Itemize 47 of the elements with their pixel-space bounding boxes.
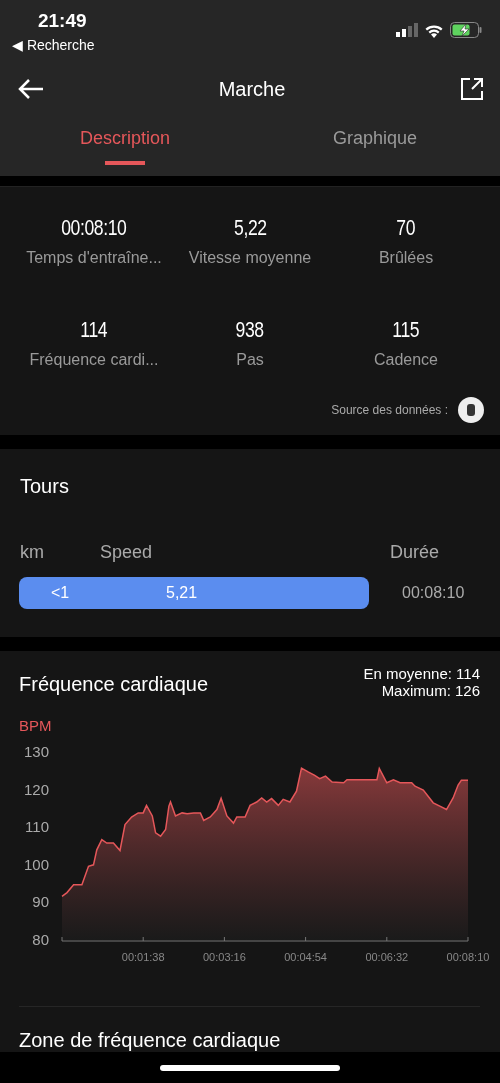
- stat-value: 114: [80, 317, 108, 343]
- y-axis-label: 120: [23, 780, 49, 798]
- x-axis-label: 00:08:10: [446, 951, 490, 963]
- tab[interactable]: Graphique: [250, 108, 500, 176]
- stat-label: Fréquence cardi...: [29, 351, 159, 369]
- y-axis-label: 90: [32, 893, 49, 911]
- stat-value: 70: [396, 215, 416, 241]
- share-icon[interactable]: [460, 77, 484, 101]
- stat-label: Pas: [236, 351, 264, 369]
- tab[interactable]: Description: [0, 108, 250, 176]
- stat-label: Brûlées: [378, 249, 434, 267]
- wifi-icon: [424, 22, 444, 38]
- x-axis-label: 00:01:38: [121, 951, 165, 963]
- section-title: Zone de fréquence cardiaque: [19, 1029, 282, 1052]
- page-title: Marche: [218, 77, 286, 101]
- stat-label: Temps d'entraîne...: [26, 249, 162, 267]
- back-to-app-link[interactable]: ◀ Recherche: [12, 37, 95, 53]
- stat-label: Cadence: [373, 351, 438, 369]
- x-axis-label: 00:06:32: [365, 951, 409, 963]
- stat-label: Vitesse moyenne: [188, 249, 312, 267]
- y-axis-label: 130: [23, 743, 49, 760]
- y-axis-label: 100: [23, 855, 49, 873]
- signal-icon: [396, 23, 418, 37]
- section-title: Fréquence cardiaque: [19, 673, 208, 696]
- watch-icon[interactable]: [458, 397, 484, 423]
- lap-km: <1: [51, 584, 71, 602]
- data-source-label: Source des données :: [331, 403, 448, 417]
- lap-speed: 5,21: [166, 584, 199, 602]
- stat-value: 938: [235, 317, 265, 343]
- lap-duration: 00:08:10: [402, 584, 465, 602]
- column-header: Speed: [100, 542, 154, 563]
- y-axis-label: 80: [32, 931, 49, 948]
- maximum-value: Maximum: 126: [381, 682, 480, 699]
- back-arrow-icon[interactable]: [18, 78, 44, 100]
- y-axis-label: 110: [25, 818, 49, 836]
- column-header: Durée: [390, 542, 441, 563]
- column-header: km: [20, 542, 45, 563]
- stat-value: 5,22: [233, 215, 267, 241]
- clock: 21:49: [38, 10, 87, 32]
- stat-value: 115: [392, 317, 420, 343]
- x-axis-label: 00:03:16: [203, 951, 246, 963]
- average-value: En moyenne: 114: [363, 665, 480, 682]
- x-axis-label: 00:04:54: [284, 951, 327, 963]
- battery-charging-icon: [450, 22, 482, 38]
- stat-value: 00:08:10: [61, 215, 127, 241]
- section-title: Tours: [20, 475, 70, 498]
- unit-label: BPM: [19, 717, 53, 734]
